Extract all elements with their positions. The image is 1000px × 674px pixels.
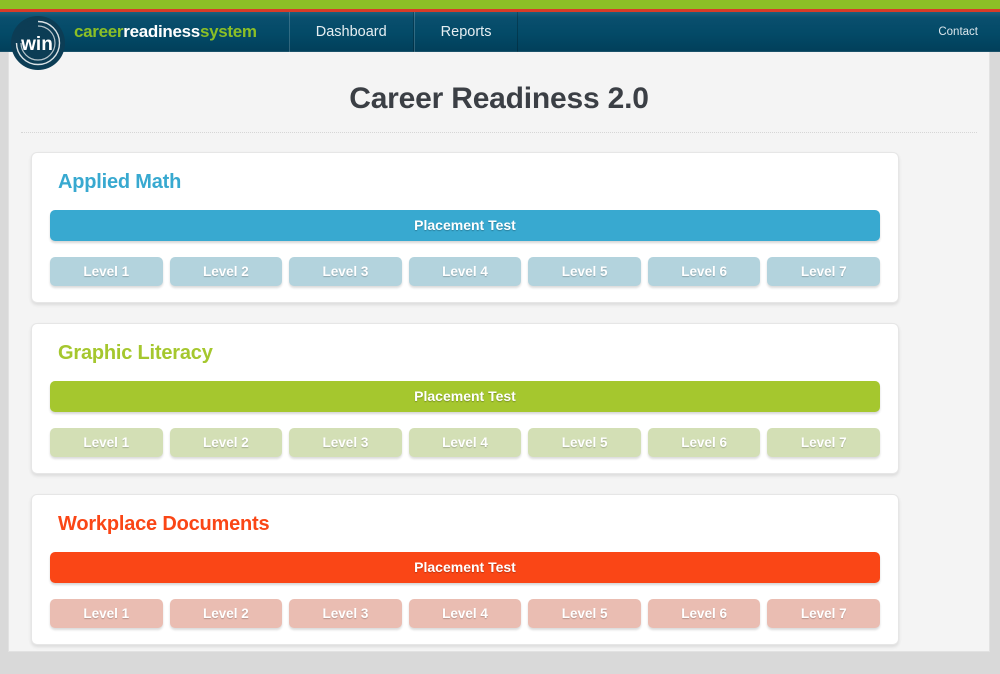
level-button[interactable]: Level 1 xyxy=(50,257,163,286)
subject-title: Applied Math xyxy=(58,171,182,193)
level-button[interactable]: Level 7 xyxy=(767,428,881,457)
level-button[interactable]: Level 6 xyxy=(647,257,761,286)
placement-test-button[interactable]: Placement Test xyxy=(50,381,880,412)
green-stripe xyxy=(0,0,1000,9)
level-button[interactable]: Level 2 xyxy=(169,257,283,286)
level-button[interactable]: Level 1 xyxy=(50,428,163,457)
level-button[interactable]: Level 4 xyxy=(408,428,522,457)
site-header: win careerreadinesssystem Dashboard Repo… xyxy=(0,12,1000,70)
subject-title: Workplace Documents xyxy=(58,513,270,535)
placement-test-button[interactable]: Placement Test xyxy=(50,210,880,241)
level-button[interactable]: Level 5 xyxy=(528,257,641,286)
level-button-row: Level 1 Level 2 Level 3 Level 4 Level 5 Level… xyxy=(50,428,881,457)
subject-card: Workplace Documents Placement Test Level 1… xyxy=(31,494,899,645)
brand-wordmark: careerreadinesssystem xyxy=(74,22,257,42)
level-button[interactable]: Level 2 xyxy=(169,428,283,457)
nav-item-reports[interactable]: Reports xyxy=(413,12,519,52)
brand-part-career: career xyxy=(74,22,124,41)
nav-item-dashboard[interactable]: Dashboard xyxy=(288,12,414,52)
level-button[interactable]: Level 1 xyxy=(50,599,163,628)
level-button[interactable]: Level 6 xyxy=(647,599,761,628)
page-title: Career Readiness 2.0 xyxy=(349,82,649,115)
subject-card-list: Applied Math Placement Test Level 1 Level 2… xyxy=(9,134,989,645)
level-button-row: Level 1 Level 2 Level 3 Level 4 Level 5 Level… xyxy=(50,599,881,628)
subject-card: Applied Math Placement Test Level 1 Level 2… xyxy=(31,152,899,303)
level-button[interactable]: Level 4 xyxy=(408,257,522,286)
subject-title: Graphic Literacy xyxy=(58,342,213,364)
win-logo-icon[interactable]: win xyxy=(10,15,66,71)
level-button[interactable]: Level 5 xyxy=(528,599,641,628)
level-button[interactable]: Level 7 xyxy=(767,257,881,286)
level-button[interactable]: Level 6 xyxy=(647,428,761,457)
level-button[interactable]: Level 3 xyxy=(289,428,402,457)
level-button[interactable]: Level 5 xyxy=(528,428,641,457)
level-button[interactable]: Level 4 xyxy=(408,599,522,628)
page-content: Career Readiness 2.0 Applied Math Placeme… xyxy=(8,52,990,652)
brand-part-readiness: readiness xyxy=(123,22,200,41)
subject-card: Graphic Literacy Placement Test Level 1 Lev… xyxy=(31,323,899,474)
level-button[interactable]: Level 3 xyxy=(289,599,402,628)
level-button[interactable]: Level 2 xyxy=(169,599,283,628)
svg-text:win: win xyxy=(20,34,53,55)
main-nav: Dashboard Reports xyxy=(288,12,519,52)
contact-link[interactable]: Contact xyxy=(938,12,1000,52)
level-button[interactable]: Level 7 xyxy=(767,599,881,628)
level-button[interactable]: Level 3 xyxy=(289,257,402,286)
level-button-row: Level 1 Level 2 Level 3 Level 4 Level 5 Level… xyxy=(50,257,881,286)
placement-test-button[interactable]: Placement Test xyxy=(50,552,880,583)
brand-part-system: system xyxy=(199,22,257,41)
top-bar: win careerreadinesssystem Dashboard Repo… xyxy=(0,0,1000,70)
